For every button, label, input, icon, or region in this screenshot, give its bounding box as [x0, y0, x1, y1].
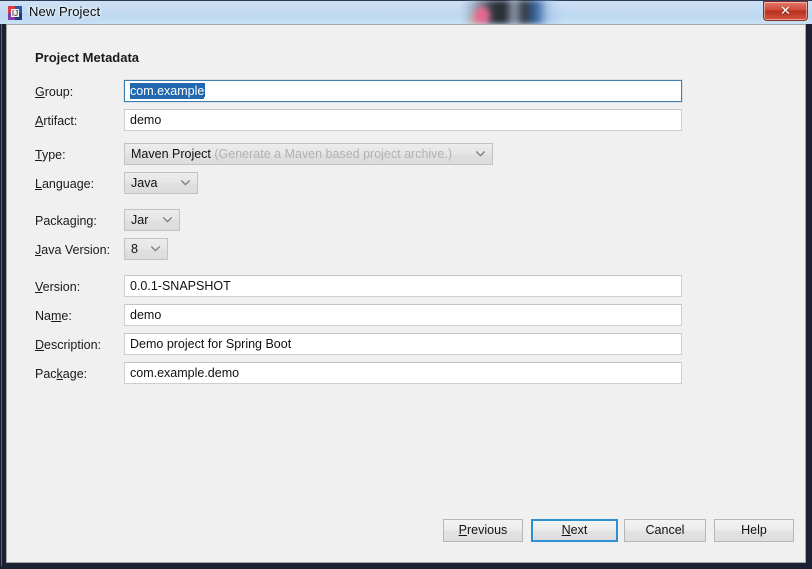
label-packaging: Packaging: [35, 214, 97, 228]
page-title: Project Metadata [35, 50, 140, 65]
window-title: New Project [29, 4, 101, 19]
label-name: Name: [35, 309, 72, 323]
close-button[interactable]: ✕ [763, 1, 808, 21]
label-artifact: Artifact: [35, 114, 78, 128]
chevron-down-icon [476, 151, 485, 157]
description-input-value: Demo project for Spring Boot [130, 337, 292, 351]
intellij-idea-icon: IJ [7, 5, 23, 21]
label-version: Version: [35, 280, 81, 294]
version-input-value: 0.0.1-SNAPSHOT [130, 279, 231, 293]
dialog-client-area: Project Metadata Group: com.example Arti… [6, 24, 806, 563]
language-combobox-value: Java [131, 176, 158, 190]
cancel-button[interactable]: Cancel [624, 519, 706, 542]
chevron-down-icon [151, 246, 160, 252]
wallpaper-bleed-through [462, 0, 562, 24]
text-caret [204, 83, 206, 97]
help-button[interactable]: Help [714, 519, 794, 542]
java-version-combobox[interactable]: 8 [124, 238, 168, 260]
type-combobox-hint: (Generate a Maven based project archive.… [214, 147, 453, 161]
label-type: Type: [35, 148, 66, 162]
packaging-combobox-value: Jar [131, 213, 149, 227]
chevron-down-icon [163, 217, 172, 223]
language-combobox[interactable]: Java [124, 172, 198, 194]
java-version-combobox-value: 8 [131, 242, 138, 256]
group-input[interactable]: com.example [124, 80, 682, 102]
name-input-value: demo [130, 308, 162, 322]
type-combobox-value: Maven Project [131, 147, 211, 161]
artifact-input-value: demo [130, 113, 162, 127]
close-icon: ✕ [780, 3, 791, 18]
package-input-value: com.example.demo [130, 366, 240, 380]
window-frame: Project Metadata Group: com.example Arti… [0, 23, 812, 569]
version-input[interactable]: 0.0.1-SNAPSHOT [124, 275, 682, 297]
label-java-version: Java Version: [35, 243, 111, 257]
chevron-down-icon [181, 180, 190, 186]
label-language: Language: [35, 177, 95, 191]
next-button[interactable]: Next [531, 519, 618, 542]
new-project-dialog-window: IJ New Project ✕ Project Metadata Group:… [0, 0, 812, 569]
packaging-combobox[interactable]: Jar [124, 209, 180, 231]
group-input-value: com.example [130, 83, 205, 99]
label-group: Group: [35, 85, 74, 99]
artifact-input[interactable]: demo [124, 109, 682, 131]
type-combobox[interactable]: Maven Project (Generate a Maven based pr… [124, 143, 493, 165]
next-button-mnemonic: N [561, 523, 571, 537]
svg-text:IJ: IJ [12, 9, 18, 18]
previous-button-mnemonic: P [458, 523, 468, 537]
previous-button[interactable]: Previous [443, 519, 523, 542]
package-input[interactable]: com.example.demo [124, 362, 682, 384]
title-bar-top-edge [0, 0, 812, 1]
label-description: Description: [35, 338, 102, 352]
label-package: Package: [35, 367, 88, 381]
name-input[interactable]: demo [124, 304, 682, 326]
description-input[interactable]: Demo project for Spring Boot [124, 333, 682, 355]
project-metadata-form: Project Metadata Group: com.example Arti… [7, 25, 805, 558]
title-bar[interactable]: IJ New Project ✕ [0, 0, 812, 26]
